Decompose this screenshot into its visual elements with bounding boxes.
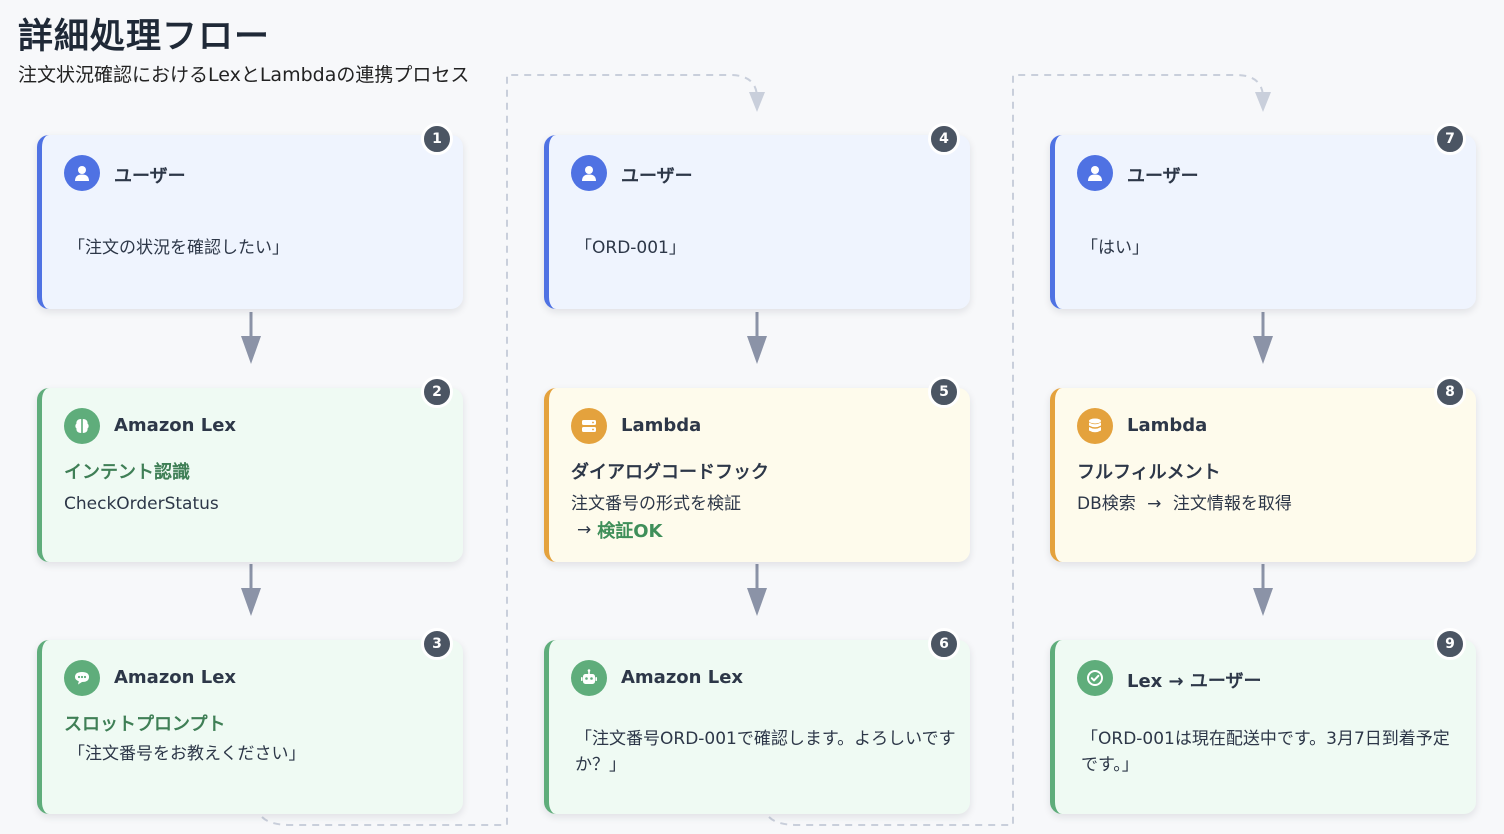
step-role: Amazon Lex [621, 667, 744, 688]
person-icon [1077, 155, 1113, 191]
step-role: ユーザー [114, 166, 186, 187]
step-number-badge: 6 [928, 628, 960, 660]
step-number-badge: 7 [1434, 123, 1466, 155]
step-heading: フルフィルメント [1077, 462, 1221, 483]
step-role: Lambda [1127, 415, 1208, 436]
step-detail: 「注文番号をお教えください」 [68, 744, 306, 764]
database-icon [1077, 408, 1113, 444]
check-circle-icon [1077, 660, 1113, 696]
step-detail: 注文番号の形式を検証 [571, 494, 741, 514]
validation-result: → 検証OK [577, 517, 663, 543]
step-role: ユーザー [621, 166, 693, 187]
server-icon [571, 408, 607, 444]
step-number-badge: 1 [421, 123, 453, 155]
step-3-card: 3 Amazon Lex スロットプロンプト 「注文番号をお教えください」 [37, 628, 463, 814]
step-9-card: 9 Lex → ユーザー 「ORD-001は現在配送中です。3月7日到着予定です… [1050, 628, 1476, 814]
step-heading: スロットプロンプト [64, 714, 226, 735]
robot-icon [571, 660, 607, 696]
step-number-badge: 4 [928, 123, 960, 155]
step-message: 「はい」 [1081, 238, 1149, 258]
step-heading: インテント認識 [64, 462, 190, 483]
arrowhead-1-to-2 [241, 336, 261, 364]
right-arrow-icon: → [1147, 494, 1162, 514]
step-role: Amazon Lex [114, 415, 237, 436]
step-message: 「注文の状況を確認したい」 [68, 238, 289, 258]
arrowhead-8-to-9 [1253, 588, 1273, 616]
dashed-arrowhead-step-7 [1255, 92, 1271, 112]
step-number-badge: 8 [1434, 376, 1466, 408]
step-role: Amazon Lex [114, 667, 237, 688]
dashed-arrowhead-step-4 [749, 92, 765, 112]
person-icon [571, 155, 607, 191]
step-detail: CheckOrderStatus [64, 494, 219, 514]
step-role: Lambda [621, 415, 702, 436]
step-message: 「ORD-001は現在配送中です。3月7日到着予定です。」 [1081, 729, 1450, 775]
step-role: Lex → ユーザー [1127, 671, 1262, 692]
arrowhead-4-to-5 [747, 336, 767, 364]
step-7-card: 7 ユーザー 「はい」 [1050, 123, 1476, 309]
step-message: 「ORD-001」 [575, 238, 686, 258]
result-ok-label: 検証OK [597, 521, 663, 542]
arrowhead-2-to-3 [241, 588, 261, 616]
step-number-badge: 5 [928, 376, 960, 408]
step-detail: DB検索 → 注文情報を取得 [1077, 491, 1467, 517]
detail-source: DB検索 [1077, 494, 1136, 514]
step-6-card: 6 Amazon Lex 「注文番号ORD-001で確認します。よろしいですか？… [544, 628, 970, 814]
arrowhead-5-to-6 [747, 588, 767, 616]
step-role: ユーザー [1127, 166, 1199, 187]
step-number-badge: 9 [1434, 628, 1466, 660]
detail-target: 注文情報を取得 [1172, 494, 1292, 514]
arrowhead-7-to-8 [1253, 336, 1273, 364]
person-icon [64, 155, 100, 191]
step-number-badge: 3 [421, 628, 453, 660]
brain-icon [64, 408, 100, 444]
step-5-card: 5 Lambda ダイアログコードフック 注文番号の形式を検証 → 検証OK [544, 376, 970, 562]
step-4-card: 4 ユーザー 「ORD-001」 [544, 123, 970, 309]
step-2-card: 2 Amazon Lex インテント認識 CheckOrderStatus [37, 376, 463, 562]
step-8-card: 8 Lambda フルフィルメント DB検索 → 注文情報を取得 [1050, 376, 1476, 562]
step-message: 「注文番号ORD-001で確認します。よろしいですか？」 [575, 729, 956, 775]
chat-bubble-icon [64, 660, 100, 696]
step-heading: ダイアログコードフック [571, 462, 769, 483]
step-1-card: 1 ユーザー 「注文の状況を確認したい」 [37, 123, 463, 309]
right-arrow-icon: → [577, 520, 592, 540]
step-number-badge: 2 [421, 376, 453, 408]
